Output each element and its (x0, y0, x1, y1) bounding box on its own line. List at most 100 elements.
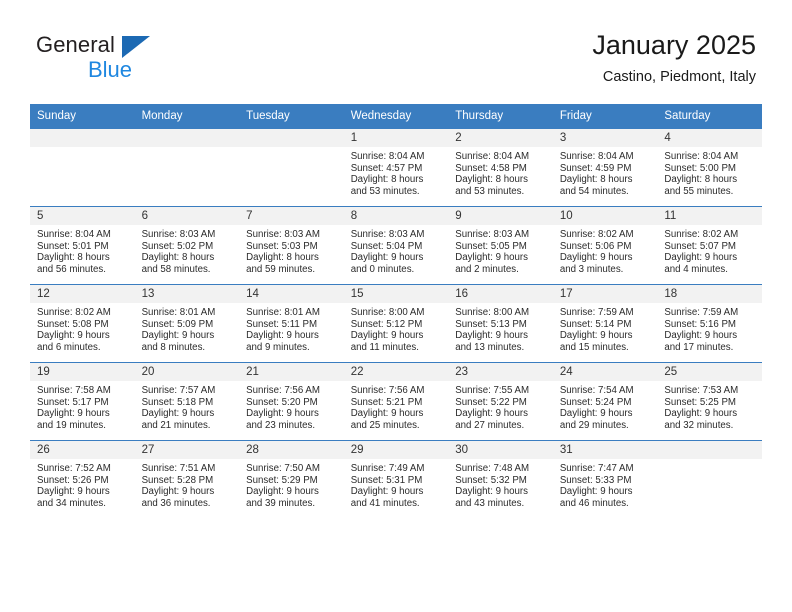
daylight-text-line1: Daylight: 9 hours (37, 408, 110, 420)
sunset-text: Sunset: 5:24 PM (559, 396, 632, 408)
sunrise-text: Sunrise: 7:59 AM (664, 307, 739, 318)
daylight-text-line2: and 2 minutes. (455, 263, 519, 275)
calendar-day-cell[interactable]: 2 Sunrise: 8:04 AM Sunset: 4:58 PM Daylight… (448, 128, 553, 207)
calendar-day-cell[interactable]: 31 Sunrise: 7:47 AM Sunset: 5:33 PM Dayligh… (552, 440, 658, 518)
calendar-day-cell[interactable]: 23 Sunrise: 7:55 AM Sunset: 5:22 PM Dayligh… (448, 362, 553, 441)
calendar-day-cell[interactable]: 6 Sunrise: 8:03 AM Sunset: 5:02 PM Daylight… (134, 206, 240, 285)
daylight-text-line2: and 53 minutes. (455, 185, 525, 197)
day-number: 6 (134, 207, 240, 225)
daylight-text-line1: Daylight: 9 hours (246, 486, 319, 498)
calendar-day-cell[interactable]: 13 Sunrise: 8:01 AM Sunset: 5:09 PM Dayligh… (134, 284, 240, 363)
calendar-day-cell[interactable]: 29 Sunrise: 7:49 AM Sunset: 5:31 PM Dayligh… (343, 440, 449, 518)
calendar-day-cell[interactable]: 16 Sunrise: 8:00 AM Sunset: 5:13 PM Dayligh… (448, 284, 553, 363)
calendar-day-cell[interactable]: 12 Sunrise: 8:02 AM Sunset: 5:08 PM Dayligh… (30, 284, 135, 363)
weekday-header-row: Sunday Monday Tuesday Wednesday Thursday… (30, 104, 762, 129)
calendar-day-cell[interactable]: 3 Sunrise: 8:04 AM Sunset: 4:59 PM Daylight… (552, 128, 658, 207)
calendar-day-cell[interactable]: 10 Sunrise: 8:02 AM Sunset: 5:06 PM Dayligh… (552, 206, 658, 285)
daylight-text-line1: Daylight: 9 hours (350, 330, 424, 342)
calendar-grid: Sunday Monday Tuesday Wednesday Thursday… (30, 104, 762, 518)
sunrise-text: Sunrise: 8:00 AM (350, 307, 425, 318)
day-number: 12 (30, 285, 135, 303)
calendar-day-cell[interactable]: 4 Sunrise: 8:04 AM Sunset: 5:00 PM Daylight… (657, 128, 762, 207)
calendar-day-cell[interactable]: 14 Sunrise: 8:01 AM Sunset: 5:11 PM Dayligh… (239, 284, 344, 363)
daylight-text-line2: and 34 minutes. (37, 497, 106, 509)
calendar-day-cell[interactable]: 20 Sunrise: 7:57 AM Sunset: 5:18 PM Dayligh… (134, 362, 240, 441)
calendar-day-cell[interactable]: 22 Sunrise: 7:56 AM Sunset: 5:21 PM Dayligh… (343, 362, 449, 441)
day-number: 28 (239, 441, 344, 459)
day-number: 3 (552, 129, 658, 147)
day-number: 11 (657, 207, 762, 225)
sunset-text: Sunset: 5:25 PM (664, 396, 736, 408)
sunset-text: Sunset: 5:16 PM (664, 318, 736, 330)
daylight-text-line1: Daylight: 9 hours (350, 486, 424, 498)
calendar-day-cell[interactable]: 18 Sunrise: 7:59 AM Sunset: 5:16 PM Dayligh… (657, 284, 762, 363)
calendar-page: General Blue January 2025 Castino, Piedm… (0, 0, 792, 612)
generalblue-logo[interactable]: General Blue (36, 32, 236, 88)
calendar-day-cell[interactable]: 9 Sunrise: 8:03 AM Sunset: 5:05 PM Daylight… (448, 206, 553, 285)
sunrise-text: Sunrise: 8:03 AM (246, 229, 320, 240)
day-details: Sunrise: 7:48 AM Sunset: 5:32 PM Daylight:… (448, 459, 553, 509)
sunrise-text: Sunrise: 7:52 AM (37, 463, 111, 474)
logo-text-general: General (36, 32, 115, 57)
daylight-text-line1: Daylight: 9 hours (141, 486, 215, 498)
calendar-week-row: 12 Sunrise: 8:02 AM Sunset: 5:08 PM Dayligh… (30, 284, 762, 363)
calendar-day-cell[interactable]: 15 Sunrise: 8:00 AM Sunset: 5:12 PM Dayligh… (343, 284, 449, 363)
day-number: 10 (552, 207, 658, 225)
calendar-day-cell[interactable]: 7 Sunrise: 8:03 AM Sunset: 5:03 PM Daylight… (239, 206, 344, 285)
sunset-text: Sunset: 5:22 PM (455, 396, 527, 408)
sunrise-text: Sunrise: 8:04 AM (37, 229, 111, 240)
calendar-week-row: 5 Sunrise: 8:04 AM Sunset: 5:01 PM Daylight… (30, 206, 762, 285)
day-number: 29 (343, 441, 449, 459)
day-details: Sunrise: 8:00 AM Sunset: 5:13 PM Daylight:… (448, 303, 553, 353)
calendar-day-cell[interactable]: 24 Sunrise: 7:54 AM Sunset: 5:24 PM Dayligh… (552, 362, 658, 441)
day-details: Sunrise: 8:04 AM Sunset: 5:01 PM Daylight:… (30, 225, 135, 275)
day-number: 19 (30, 363, 135, 381)
sunset-text: Sunset: 5:11 PM (246, 318, 318, 330)
calendar-day-cell[interactable]: 21 Sunrise: 7:56 AM Sunset: 5:20 PM Dayligh… (239, 362, 344, 441)
daylight-text-line1: Daylight: 9 hours (246, 330, 319, 342)
calendar-day-cell[interactable]: 1 Sunrise: 8:04 AM Sunset: 4:57 PM Daylight… (343, 128, 449, 207)
day-details: Sunrise: 8:02 AM Sunset: 5:08 PM Daylight:… (30, 303, 135, 353)
sunset-text: Sunset: 5:01 PM (37, 240, 109, 252)
day-details: Sunrise: 8:00 AM Sunset: 5:12 PM Daylight:… (344, 303, 449, 353)
calendar-cell-empty (134, 128, 240, 207)
day-details: Sunrise: 8:03 AM Sunset: 5:04 PM Daylight:… (344, 225, 449, 275)
calendar-day-cell[interactable]: 27 Sunrise: 7:51 AM Sunset: 5:28 PM Dayligh… (134, 440, 240, 518)
calendar-body: 1 Sunrise: 8:04 AM Sunset: 4:57 PM Daylight… (30, 128, 762, 518)
calendar-cell-empty (657, 440, 762, 518)
calendar-day-cell[interactable]: 11 Sunrise: 8:02 AM Sunset: 5:07 PM Dayligh… (657, 206, 762, 285)
calendar-day-cell[interactable]: 28 Sunrise: 7:50 AM Sunset: 5:29 PM Dayligh… (239, 440, 344, 518)
calendar-day-cell[interactable]: 5 Sunrise: 8:04 AM Sunset: 5:01 PM Daylight… (30, 206, 135, 285)
daylight-text-line2: and 27 minutes. (455, 419, 525, 431)
daylight-text-line2: and 17 minutes. (664, 341, 734, 353)
sunset-text: Sunset: 5:21 PM (350, 396, 423, 408)
daylight-text-line1: Daylight: 9 hours (141, 408, 215, 420)
daylight-text-line1: Daylight: 8 hours (559, 174, 633, 186)
daylight-text-line2: and 55 minutes. (664, 185, 734, 197)
daylight-text-line1: Daylight: 8 hours (664, 174, 738, 186)
daylight-text-line2: and 6 minutes. (37, 341, 101, 353)
day-number: 31 (552, 441, 658, 459)
day-details: Sunrise: 8:03 AM Sunset: 5:03 PM Daylight:… (239, 225, 344, 275)
day-details: Sunrise: 7:59 AM Sunset: 5:16 PM Daylight:… (657, 303, 762, 353)
daylight-text-line2: and 53 minutes. (350, 185, 420, 197)
calendar-day-cell[interactable]: 8 Sunrise: 8:03 AM Sunset: 5:04 PM Daylight… (343, 206, 449, 285)
day-details: Sunrise: 7:58 AM Sunset: 5:17 PM Daylight:… (30, 381, 135, 431)
sunset-text: Sunset: 5:03 PM (246, 240, 318, 252)
daylight-text-line1: Daylight: 9 hours (455, 408, 528, 420)
calendar-day-cell[interactable]: 25 Sunrise: 7:53 AM Sunset: 5:25 PM Dayligh… (657, 362, 762, 441)
day-number: 20 (134, 363, 240, 381)
daylight-text-line2: and 13 minutes. (455, 341, 525, 353)
day-number: 13 (134, 285, 240, 303)
daylight-text-line2: and 29 minutes. (559, 419, 629, 431)
calendar-day-cell[interactable]: 17 Sunrise: 7:59 AM Sunset: 5:14 PM Dayligh… (552, 284, 658, 363)
day-number: 24 (552, 363, 658, 381)
calendar-day-cell[interactable]: 19 Sunrise: 7:58 AM Sunset: 5:17 PM Dayligh… (30, 362, 135, 441)
sunrise-text: Sunrise: 8:01 AM (141, 307, 216, 318)
sunrise-text: Sunrise: 8:03 AM (141, 229, 216, 240)
calendar-day-cell[interactable]: 26 Sunrise: 7:52 AM Sunset: 5:26 PM Dayligh… (30, 440, 135, 518)
day-number: 23 (448, 363, 553, 381)
day-details: Sunrise: 8:04 AM Sunset: 4:59 PM Daylight:… (553, 147, 658, 197)
calendar-day-cell[interactable]: 30 Sunrise: 7:48 AM Sunset: 5:32 PM Dayligh… (448, 440, 553, 518)
sunset-text: Sunset: 5:26 PM (37, 474, 109, 486)
